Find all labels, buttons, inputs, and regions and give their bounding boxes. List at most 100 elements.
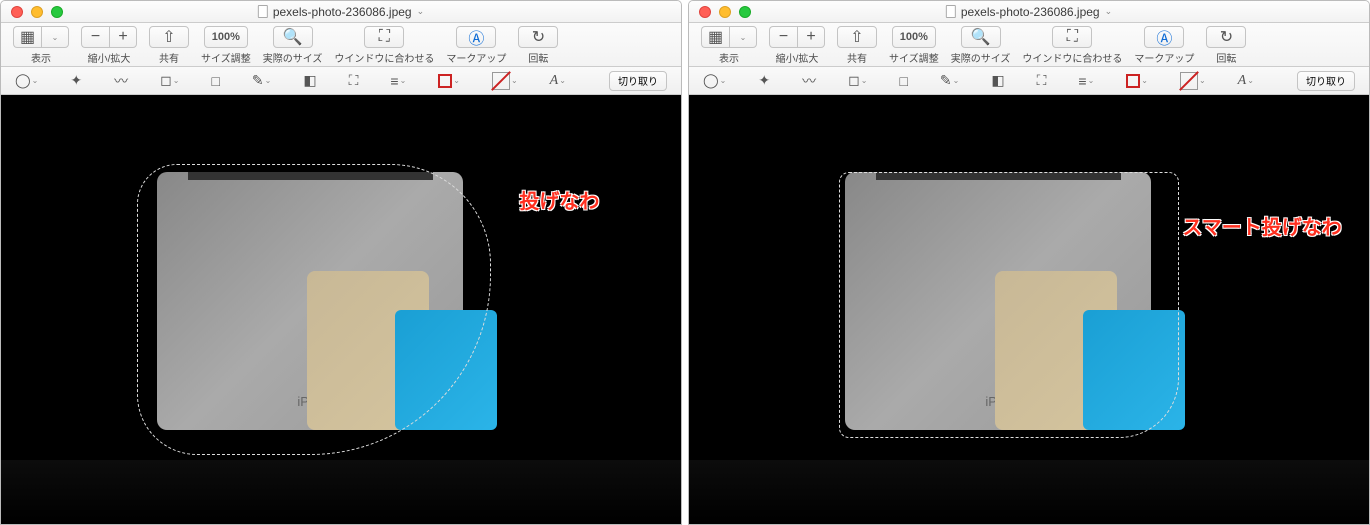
view-dropdown-button[interactable]: ⌄ bbox=[729, 26, 757, 48]
instant-alpha-tool[interactable]: ✦ bbox=[758, 72, 770, 89]
window-title: pexels-photo-236086.jpeg bbox=[961, 5, 1100, 19]
fill-swatch-icon bbox=[1180, 72, 1198, 90]
fill-swatch-icon bbox=[492, 72, 510, 90]
rotate-button[interactable]: ↻ bbox=[518, 26, 558, 48]
annotation-label: 投げなわ bbox=[519, 185, 599, 214]
rotate-label: 回転 bbox=[528, 50, 548, 65]
shapes-tool[interactable]: ◻⌄ bbox=[848, 72, 867, 89]
rotate-group: ↻ 回転 bbox=[518, 26, 558, 65]
window-title: pexels-photo-236086.jpeg bbox=[273, 5, 412, 19]
shapes-icon: ◻ bbox=[848, 72, 860, 89]
markup-group: Ⓐ マークアップ bbox=[446, 26, 506, 65]
actualsize-label: 実際のサイズ bbox=[263, 50, 323, 65]
markup-label: マークアップ bbox=[446, 50, 506, 65]
chevron-down-icon: ⌄ bbox=[400, 76, 407, 85]
crop-button[interactable]: 切り取り bbox=[609, 71, 667, 91]
photo-content: スマート投げなわ bbox=[689, 95, 1369, 524]
text-icon: □ bbox=[899, 73, 907, 89]
view-grid-button[interactable]: ▦ bbox=[701, 26, 729, 48]
file-icon bbox=[946, 5, 956, 18]
crop-button[interactable]: 切り取り bbox=[1297, 71, 1355, 91]
fill-color[interactable]: ⌄ bbox=[1180, 72, 1206, 90]
instant-alpha-tool[interactable]: ✦ bbox=[70, 72, 82, 89]
image-canvas[interactable]: スマート投げなわ bbox=[689, 95, 1369, 524]
share-button[interactable]: ⇧ bbox=[837, 26, 877, 48]
close-icon[interactable] bbox=[699, 6, 711, 18]
fit-window-button[interactable]: ⛶ bbox=[364, 26, 404, 48]
border-swatch-icon bbox=[1126, 74, 1140, 88]
actualsize-group: 🔍 実際のサイズ bbox=[263, 26, 323, 65]
crop-tool[interactable]: ⛶ bbox=[349, 72, 359, 89]
view-dropdown-button[interactable]: ⌄ bbox=[41, 26, 69, 48]
rotate-label: 回転 bbox=[1216, 50, 1236, 65]
chevron-down-icon: ⌄ bbox=[32, 76, 39, 85]
zoom-level-button[interactable]: 100% bbox=[892, 26, 936, 48]
zoom-in-button[interactable]: + bbox=[797, 26, 825, 48]
lasso-icon: ◯ bbox=[703, 72, 719, 89]
share-group: ⇧ 共有 bbox=[149, 26, 189, 65]
zoom-level-button[interactable]: 100% bbox=[204, 26, 248, 48]
image-canvas[interactable]: 投げなわ bbox=[1, 95, 681, 524]
fit-window-button[interactable]: ⛶ bbox=[1052, 26, 1092, 48]
resize-label: サイズ調整 bbox=[889, 50, 939, 65]
zoom-out-button[interactable]: − bbox=[81, 26, 109, 48]
chevron-down-icon[interactable]: ⌄ bbox=[417, 6, 425, 17]
preview-window-left: pexels-photo-236086.jpeg ⌄ ▦⌄ 表示 −+ 縮小/拡… bbox=[0, 0, 682, 525]
zoom-label: 縮小/拡大 bbox=[88, 50, 131, 65]
markup-button[interactable]: Ⓐ bbox=[456, 26, 496, 48]
minimize-icon[interactable] bbox=[719, 6, 731, 18]
zoom-group: −+ 縮小/拡大 bbox=[81, 26, 137, 65]
actual-size-button[interactable]: 🔍 bbox=[961, 26, 1001, 48]
minimize-icon[interactable] bbox=[31, 6, 43, 18]
text-style[interactable]: A⌄ bbox=[550, 73, 566, 89]
annotation-label: スマート投げなわ bbox=[1182, 211, 1341, 240]
zoom-out-button[interactable]: − bbox=[769, 26, 797, 48]
actualsize-label: 実際のサイズ bbox=[951, 50, 1011, 65]
sign-tool[interactable]: ✎⌄ bbox=[940, 72, 959, 89]
crop-icon: ⛶ bbox=[1037, 72, 1047, 89]
smart-lasso-selection[interactable] bbox=[839, 172, 1179, 438]
zoom-label: 縮小/拡大 bbox=[776, 50, 819, 65]
lines-icon: ≡ bbox=[1078, 73, 1086, 89]
view-group: ▦⌄ 表示 bbox=[13, 26, 69, 65]
lasso-tool[interactable]: ◯⌄ bbox=[703, 72, 726, 89]
actual-size-button[interactable]: 🔍 bbox=[273, 26, 313, 48]
line-style[interactable]: ≡⌄ bbox=[390, 73, 406, 89]
text-tool[interactable]: □ bbox=[899, 73, 907, 89]
fill-color[interactable]: ⌄ bbox=[492, 72, 518, 90]
view-label: 表示 bbox=[719, 50, 739, 65]
border-swatch-icon bbox=[438, 74, 452, 88]
maximize-icon[interactable] bbox=[51, 6, 63, 18]
sketch-tool[interactable]: 〰 bbox=[114, 71, 128, 91]
lines-icon: ≡ bbox=[390, 73, 398, 89]
text-tool[interactable]: □ bbox=[211, 73, 219, 89]
border-color[interactable]: ⌄ bbox=[438, 74, 460, 88]
adjust-tool[interactable]: ◧ bbox=[991, 72, 1004, 89]
adjust-tool[interactable]: ◧ bbox=[303, 72, 316, 89]
share-button[interactable]: ⇧ bbox=[149, 26, 189, 48]
chevron-down-icon: ⌄ bbox=[173, 76, 180, 85]
titlebar[interactable]: pexels-photo-236086.jpeg ⌄ bbox=[1, 1, 681, 23]
rotate-button[interactable]: ↻ bbox=[1206, 26, 1246, 48]
sketch-tool[interactable]: 〰 bbox=[802, 71, 816, 91]
shapes-tool[interactable]: ◻⌄ bbox=[160, 72, 179, 89]
border-color[interactable]: ⌄ bbox=[1126, 74, 1148, 88]
text-style[interactable]: A⌄ bbox=[1238, 73, 1254, 89]
markup-button[interactable]: Ⓐ bbox=[1144, 26, 1184, 48]
text-icon: □ bbox=[211, 73, 219, 89]
zoom-in-button[interactable]: + bbox=[109, 26, 137, 48]
sign-tool[interactable]: ✎⌄ bbox=[252, 72, 271, 89]
crop-tool[interactable]: ⛶ bbox=[1037, 72, 1047, 89]
line-style[interactable]: ≡⌄ bbox=[1078, 73, 1094, 89]
lasso-tool[interactable]: ◯⌄ bbox=[15, 72, 38, 89]
signature-icon: ✎ bbox=[252, 72, 264, 89]
wand-icon: ✦ bbox=[758, 72, 770, 89]
lasso-icon: ◯ bbox=[15, 72, 31, 89]
close-icon[interactable] bbox=[11, 6, 23, 18]
markup-label: マークアップ bbox=[1134, 50, 1194, 65]
chevron-down-icon[interactable]: ⌄ bbox=[1105, 6, 1113, 17]
titlebar[interactable]: pexels-photo-236086.jpeg ⌄ bbox=[689, 1, 1369, 23]
view-grid-button[interactable]: ▦ bbox=[13, 26, 41, 48]
title-wrap: pexels-photo-236086.jpeg ⌄ bbox=[258, 5, 424, 19]
maximize-icon[interactable] bbox=[739, 6, 751, 18]
